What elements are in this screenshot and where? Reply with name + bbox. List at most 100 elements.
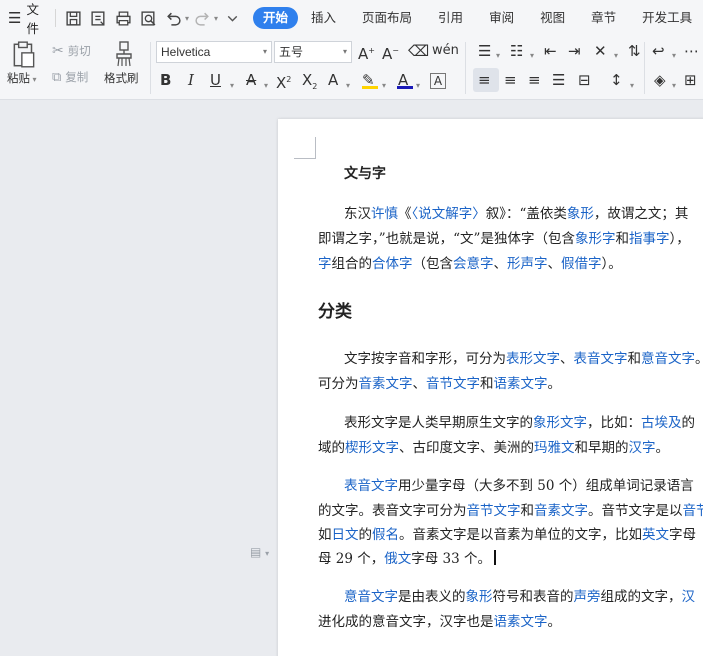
hyperlink[interactable]: 表形文字 xyxy=(506,351,560,367)
undo-icon[interactable] xyxy=(163,7,185,29)
tab-page-layout[interactable]: 页面布局 xyxy=(349,7,425,29)
shading-dropdown-icon[interactable]: ▾ xyxy=(672,76,676,96)
hyperlink[interactable]: 形声字 xyxy=(507,256,548,272)
chinese-layout-icon[interactable]: ✕ xyxy=(594,41,607,61)
hyperlink[interactable]: 假借字 xyxy=(561,256,602,272)
hyperlink[interactable]: 英文 xyxy=(642,527,669,543)
chinese-layout-dropdown-icon[interactable]: ▾ xyxy=(614,46,618,66)
redo-icon[interactable] xyxy=(192,7,214,29)
tab-references[interactable]: 引用 xyxy=(425,7,476,29)
numbered-list-icon[interactable]: ☷ xyxy=(510,41,523,61)
print-icon[interactable] xyxy=(113,7,135,29)
paste-menu[interactable]: 粘贴 ▾ xyxy=(7,70,37,86)
hyperlink[interactable]: 象形文字 xyxy=(533,415,587,431)
distributed-align-icon[interactable]: ⊟ xyxy=(578,70,591,90)
hyperlink[interactable]: 语素文字 xyxy=(494,614,548,630)
shading-icon[interactable]: ◈ xyxy=(654,70,666,90)
font-size-select[interactable]: 五号 ▾ xyxy=(274,41,352,63)
numbered-list-dropdown-icon[interactable]: ▾ xyxy=(530,46,534,66)
justify-icon[interactable]: ☰ xyxy=(552,70,565,90)
strikethrough-icon[interactable]: A xyxy=(246,70,256,90)
superscript-icon[interactable]: X2 xyxy=(276,70,291,93)
hyperlink[interactable]: 象形字 xyxy=(575,231,616,247)
text-direction-dropdown-icon[interactable]: ▾ xyxy=(672,46,676,66)
hyperlink[interactable]: 音素文字 xyxy=(359,376,413,392)
decrease-indent-icon[interactable]: ⇤ xyxy=(544,41,557,61)
bullet-list-icon[interactable]: ☰ xyxy=(478,41,491,61)
hyperlink[interactable]: 指事字 xyxy=(629,231,670,247)
hyperlink[interactable]: 楔形文字 xyxy=(345,440,399,456)
tab-home[interactable]: 开始 xyxy=(253,7,299,29)
hyperlink[interactable]: 〈说文解字〉 xyxy=(412,206,486,222)
cut-button[interactable]: ✂ 剪切 xyxy=(52,43,91,59)
line-spacing-dropdown-icon[interactable]: ▾ xyxy=(630,76,634,96)
hyperlink[interactable]: 意音文字 xyxy=(344,589,398,605)
text-effect-dropdown-icon[interactable]: ▾ xyxy=(346,76,350,96)
hyperlink[interactable]: 表音文字 xyxy=(344,478,398,494)
hyperlink[interactable]: 声旁 xyxy=(574,589,601,605)
paste-button[interactable] xyxy=(6,40,42,73)
hyperlink[interactable]: 意音文字 xyxy=(641,351,695,367)
hyperlink[interactable]: 合体字 xyxy=(372,256,413,272)
borders-icon[interactable]: ⊞ xyxy=(684,70,697,90)
copy-button[interactable]: ⧉ 复制 xyxy=(52,69,88,85)
save-icon[interactable] xyxy=(63,7,85,29)
hyperlink[interactable]: 音节文字 xyxy=(467,503,521,519)
font-color-dropdown-icon[interactable]: ▾ xyxy=(416,76,420,96)
clear-format-icon[interactable]: ⌫ xyxy=(408,41,429,61)
hyperlink[interactable]: 象形 xyxy=(466,589,493,605)
bullet-list-dropdown-icon[interactable]: ▾ xyxy=(496,46,500,66)
italic-icon[interactable]: I xyxy=(188,70,194,90)
hyperlink[interactable]: 玛雅文 xyxy=(534,440,575,456)
increase-indent-icon[interactable]: ⇥ xyxy=(568,41,581,61)
font-name-select[interactable]: Helvetica ▾ xyxy=(156,41,272,63)
align-left-icon[interactable]: ≡ xyxy=(478,70,491,90)
text-effect-icon[interactable]: A xyxy=(328,70,338,90)
redo-dropdown-icon[interactable]: ▾ xyxy=(214,14,218,23)
hyperlink[interactable]: 象形 xyxy=(567,206,594,222)
subscript-icon[interactable]: X2 xyxy=(302,70,317,97)
hyperlink[interactable]: 假名 xyxy=(372,527,399,543)
hyperlink[interactable]: 音节文字 xyxy=(426,376,480,392)
hyperlink[interactable]: 音节 xyxy=(683,503,703,519)
tab-view[interactable]: 视图 xyxy=(527,7,578,29)
hyperlink[interactable]: 汉字 xyxy=(629,440,656,456)
show-marks-icon[interactable]: ⋯ xyxy=(684,41,699,61)
tab-insert[interactable]: 插入 xyxy=(298,7,349,29)
underline-dropdown-icon[interactable]: ▾ xyxy=(230,76,234,96)
tab-section[interactable]: 章节 xyxy=(578,7,629,29)
customize-icon[interactable] xyxy=(221,7,243,29)
highlight-dropdown-icon[interactable]: ▾ xyxy=(382,76,386,96)
file-menu[interactable]: ☰ 文件 xyxy=(0,0,47,36)
text-direction-icon[interactable]: ↩ xyxy=(652,41,665,61)
char-border-icon[interactable]: A xyxy=(430,73,446,89)
tab-developer[interactable]: 开发工具 xyxy=(629,7,703,29)
hyperlink[interactable]: 会意字 xyxy=(453,256,494,272)
hyperlink[interactable]: 许慎 xyxy=(371,206,398,222)
underline-icon[interactable]: U xyxy=(210,70,221,90)
hyperlink[interactable]: 表音文字 xyxy=(574,351,628,367)
sort-icon[interactable]: ⇅ xyxy=(628,41,641,61)
hyperlink[interactable]: 字 xyxy=(318,256,332,272)
shrink-font-icon[interactable]: A− xyxy=(382,41,399,64)
hyperlink[interactable]: 日文 xyxy=(332,527,359,543)
export-pdf-icon[interactable] xyxy=(88,7,110,29)
align-right-icon[interactable]: ≡ xyxy=(528,70,541,90)
strikethrough-dropdown-icon[interactable]: ▾ xyxy=(264,76,268,96)
hyperlink[interactable]: 俄文 xyxy=(384,551,411,567)
bold-icon[interactable]: B xyxy=(160,70,171,90)
document-map-icon[interactable]: ▤ ▾ xyxy=(250,545,269,559)
line-spacing-icon[interactable]: ↕ xyxy=(610,70,623,90)
tab-review[interactable]: 审阅 xyxy=(476,7,527,29)
hyperlink[interactable]: 古埃及 xyxy=(641,415,682,431)
format-painter-button[interactable] xyxy=(104,40,144,71)
print-preview-icon[interactable] xyxy=(138,7,160,29)
align-center-icon[interactable]: ≡ xyxy=(504,70,517,90)
grow-font-icon[interactable]: A+ xyxy=(358,41,375,64)
undo-dropdown-icon[interactable]: ▾ xyxy=(185,14,189,23)
hyperlink[interactable]: 汉 xyxy=(682,589,696,605)
hyperlink[interactable]: 语素文字 xyxy=(494,376,548,392)
document-page[interactable]: 文与字 东汉许慎《〈说文解字〉叙》：“盖依类象形，故谓之文；其 即谓之字，”也就… xyxy=(278,119,703,656)
phonetic-guide-icon[interactable]: wén xyxy=(432,41,459,61)
hyperlink[interactable]: 音素文字 xyxy=(534,503,588,519)
